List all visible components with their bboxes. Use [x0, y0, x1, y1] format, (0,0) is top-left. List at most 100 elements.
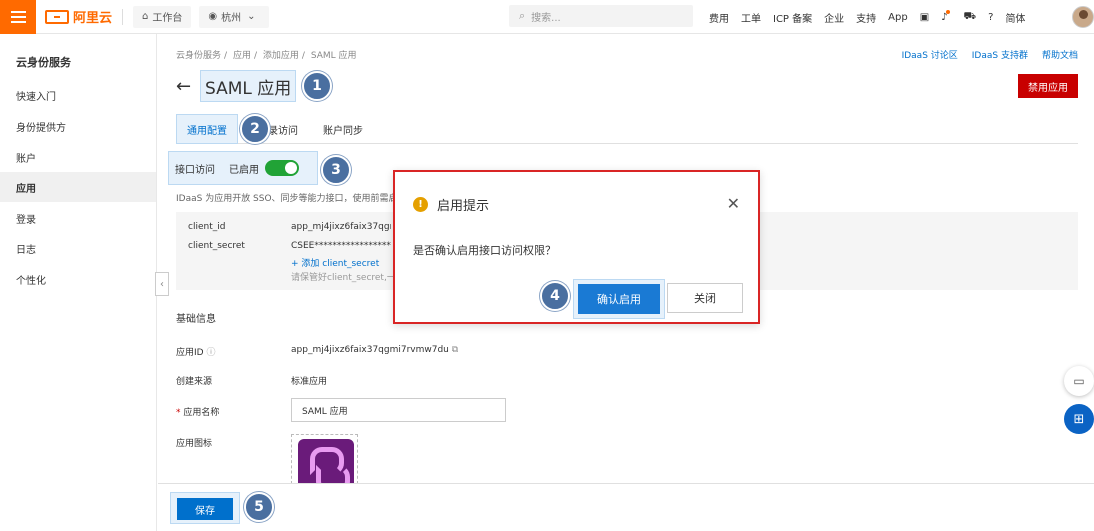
workbench-button[interactable]: ⌂ 工作台 — [133, 5, 192, 28]
top-link-icp[interactable]: ICP 备案 — [773, 10, 812, 25]
search-icon: ⌕ — [519, 9, 526, 22]
breadcrumb-item[interactable]: 云身份服务 — [176, 51, 221, 61]
location-icon: ◉ — [208, 11, 218, 22]
breadcrumb-item[interactable]: 应用 — [233, 51, 251, 61]
page-title: SAML 应用 — [200, 70, 297, 102]
warning-icon: ! — [413, 197, 428, 212]
add-client-secret-label: 添加 client_secret — [301, 259, 380, 269]
sidebar-title: 云身份服务 — [16, 56, 71, 69]
avatar[interactable] — [1072, 6, 1094, 28]
search-placeholder: 搜索... — [531, 12, 561, 24]
divider — [122, 8, 124, 25]
client-id-label: client_id — [188, 222, 226, 232]
cart-icon[interactable]: ⛟ — [964, 11, 977, 24]
breadcrumb-sep: / — [224, 51, 228, 61]
disable-app-button[interactable]: 禁用应用 — [1018, 74, 1078, 98]
app-id-label-text: 应用ID — [176, 348, 204, 358]
info-icon[interactable]: ⓘ — [206, 348, 215, 358]
app-name-label-text: 应用名称 — [183, 408, 220, 418]
sidebar-item-idp[interactable]: 身份提供方 — [0, 111, 156, 141]
step-badge-1: 1 — [302, 71, 332, 101]
search-input[interactable]: ⌕ 搜索... — [509, 5, 693, 27]
sidebar-item-applications[interactable]: 应用 — [0, 172, 156, 202]
breadcrumb: 云身份服务 / 应用 / 添加应用 / SAML 应用 — [176, 48, 360, 61]
app-icon-upload[interactable] — [291, 434, 358, 484]
dialog-message: 是否确认启用接口访问权限？ — [413, 244, 556, 257]
enable-confirm-dialog: ! 启用提示 ✕ 是否确认启用接口访问权限？ 确认启用 关闭 — [393, 170, 760, 324]
app-name-input[interactable] — [291, 398, 506, 422]
sidebar: 云身份服务 快速入门 身份提供方 账户 应用 登录 日志 个性化 — [0, 34, 157, 531]
help-icon[interactable]: ? — [988, 12, 993, 23]
save-highlight: 保存 — [170, 492, 240, 524]
breadcrumb-item: SAML 应用 — [310, 51, 357, 61]
step-badge-5: 5 — [244, 492, 274, 522]
app-id-text: app_mj4jixz6faix37qgmi7rvmw7du — [291, 345, 449, 355]
app-id-label: 应用ID ⓘ — [176, 345, 215, 358]
brand-logo-icon — [45, 9, 69, 24]
brand-logo[interactable]: 阿里云 — [45, 7, 112, 26]
close-icon[interactable]: ✕ — [727, 194, 740, 213]
step-badge-2: 2 — [240, 114, 270, 144]
apps-grid-icon[interactable]: ⊞ — [1064, 404, 1094, 434]
region-selector[interactable]: ◉ 杭州 ⌄ — [199, 5, 269, 28]
client-secret-hint: 请保管好client_secret,一旦 — [291, 273, 405, 283]
source-value: 标准应用 — [291, 377, 328, 387]
chat-icon[interactable]: ▭ — [1064, 366, 1094, 396]
region-label: 杭州 — [221, 13, 242, 24]
confirm-highlight: 确认启用 — [573, 279, 665, 319]
interface-access-status: 已启用 — [229, 164, 259, 176]
interface-description: IDaaS 为应用开放 SSO、同步等能力接口，使用前需启 — [176, 194, 396, 204]
tab-account-sync[interactable]: 账户同步 — [323, 114, 363, 144]
top-link-support[interactable]: 支持 — [856, 10, 876, 25]
interface-access-row: 接口访问 已启用 — [168, 151, 318, 185]
tab-general-config[interactable]: 通用配置 — [176, 114, 238, 144]
link-support-group[interactable]: IDaaS 支持群 — [972, 48, 1028, 61]
plus-icon: + — [291, 259, 302, 269]
app-icon-label: 应用图标 — [176, 439, 213, 449]
app-logo-icon — [298, 439, 354, 483]
top-link-app[interactable]: App — [888, 12, 908, 23]
tab-login-access[interactable]: 录访问 — [268, 114, 298, 144]
brand-name: 阿里云 — [73, 11, 113, 26]
client-secret-label: client_secret — [188, 241, 245, 251]
interface-access-toggle[interactable] — [265, 160, 299, 176]
close-dialog-button[interactable]: 关闭 — [667, 283, 743, 313]
sidebar-item-accounts[interactable]: 账户 — [0, 142, 156, 172]
menu-icon[interactable] — [0, 0, 36, 34]
terminal-icon[interactable]: ▣ — [920, 12, 929, 23]
add-client-secret-link[interactable]: + 添加 client_secret — [291, 256, 379, 269]
footer-bar: 保存 — [158, 483, 1094, 531]
language-switch[interactable]: 简体 — [1005, 10, 1025, 25]
top-links: 费用 工单 ICP 备案 企业 支持 App ▣ ♪ ⛟ ? 简体 — [709, 0, 1037, 34]
top-link-fees[interactable]: 费用 — [709, 10, 729, 25]
source-label: 创建来源 — [176, 377, 213, 387]
client-id-value: app_mj4jixz6faix37qgmi7 — [291, 222, 391, 232]
help-links: IDaaS 讨论区 IDaaS 支持群 帮助文档 — [902, 48, 1078, 61]
breadcrumb-item[interactable]: 添加应用 — [263, 51, 299, 61]
confirm-enable-button[interactable]: 确认启用 — [578, 284, 660, 314]
step-badge-3: 3 — [321, 155, 351, 185]
top-link-enterprise[interactable]: 企业 — [824, 10, 844, 25]
link-forum[interactable]: IDaaS 讨论区 — [902, 48, 958, 61]
interface-access-label: 接口访问 — [175, 164, 215, 176]
save-button[interactable]: 保存 — [177, 498, 233, 520]
sidebar-item-logs[interactable]: 日志 — [0, 233, 156, 263]
app-name-label: * 应用名称 — [176, 405, 219, 418]
link-help-docs[interactable]: 帮助文档 — [1042, 48, 1078, 61]
tab-bar: 通用配置 录访问 账户同步 — [176, 114, 1078, 144]
dialog-title: 启用提示 — [437, 199, 490, 214]
breadcrumb-sep: / — [253, 51, 257, 61]
top-link-tickets[interactable]: 工单 — [741, 10, 761, 25]
client-secret-value: CSEE************************ — [291, 241, 391, 251]
breadcrumb-sep: / — [301, 51, 305, 61]
sidebar-item-login[interactable]: 登录 — [0, 203, 156, 233]
copy-icon[interactable]: ⧉ — [452, 345, 458, 355]
sidebar-item-personalization[interactable]: 个性化 — [0, 264, 156, 294]
basic-info-title: 基础信息 — [176, 314, 216, 325]
step-badge-4: 4 — [540, 281, 570, 311]
bell-icon[interactable]: ♪ — [941, 9, 951, 23]
app-id-value: app_mj4jixz6faix37qgmi7rvmw7du ⧉ — [291, 345, 458, 355]
sidebar-item-quickstart[interactable]: 快速入门 — [0, 80, 156, 110]
back-arrow-icon[interactable]: ← — [176, 76, 191, 97]
workbench-label: 工作台 — [152, 13, 183, 24]
